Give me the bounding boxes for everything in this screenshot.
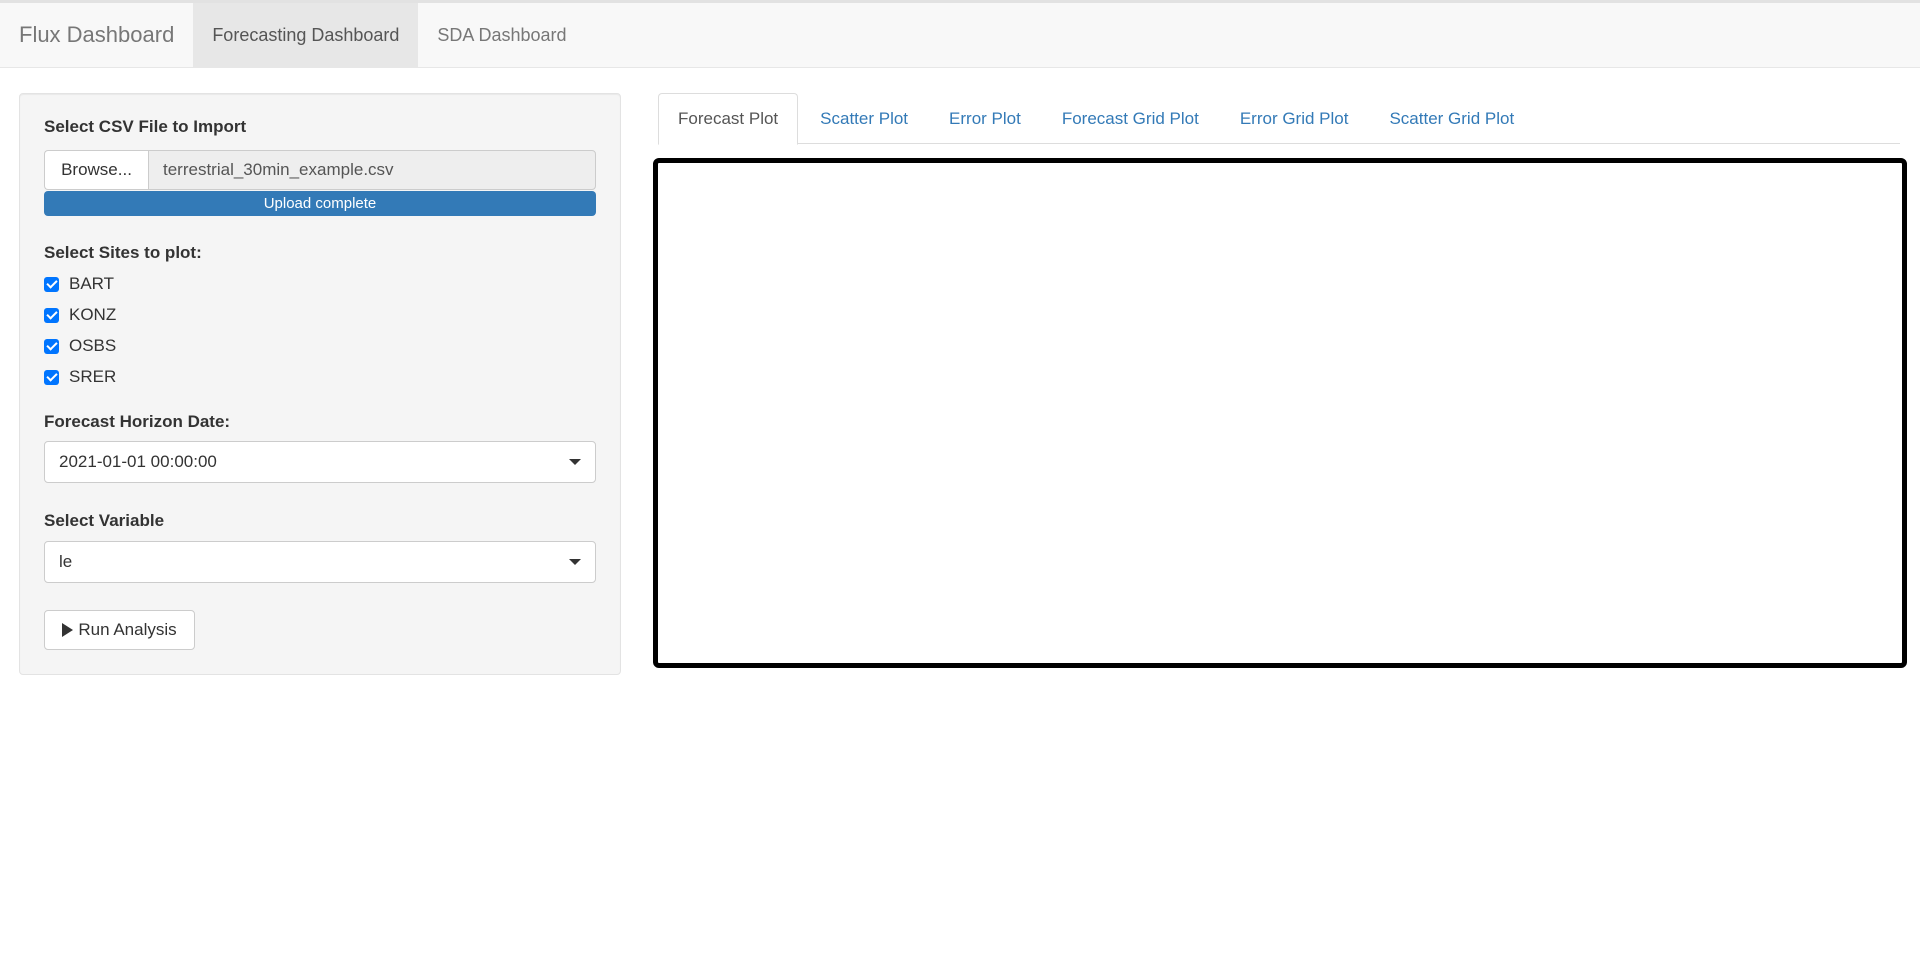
site-checkbox-konz[interactable] bbox=[44, 307, 59, 323]
file-name-field: terrestrial_30min_example.csv bbox=[148, 150, 596, 190]
navbar-brand[interactable]: Flux Dashboard bbox=[0, 3, 193, 67]
site-label-konz: KONZ bbox=[69, 305, 117, 324]
site-label-srer: SRER bbox=[69, 367, 117, 386]
caret-down-icon bbox=[569, 559, 581, 565]
run-analysis-button[interactable]: Run Analysis bbox=[44, 610, 195, 650]
site-option-osbs: OSBS bbox=[44, 336, 116, 356]
site-option-konz: KONZ bbox=[44, 305, 116, 325]
site-option-bart: BART bbox=[44, 274, 114, 294]
sites-label: Select Sites to plot: bbox=[44, 243, 202, 262]
tab-error-plot[interactable]: Error Plot bbox=[930, 93, 1040, 144]
browse-button[interactable]: Browse... bbox=[44, 150, 148, 190]
file-input: Browse... terrestrial_30min_example.csv bbox=[44, 150, 596, 190]
site-checkbox-srer[interactable] bbox=[44, 369, 59, 385]
variable-select[interactable]: le bbox=[44, 541, 596, 583]
play-icon bbox=[62, 623, 74, 637]
site-checkbox-bart[interactable] bbox=[44, 276, 59, 292]
site-label-bart: BART bbox=[69, 274, 115, 293]
tab-scatter-plot[interactable]: Scatter Plot bbox=[801, 93, 927, 144]
site-label-osbs: OSBS bbox=[69, 336, 117, 355]
sidebar-panel: Select CSV File to Import Browse... terr… bbox=[19, 93, 621, 675]
tab-error-grid-plot[interactable]: Error Grid Plot bbox=[1221, 93, 1368, 144]
tab-forecast-plot[interactable]: Forecast Plot bbox=[658, 93, 799, 145]
tab-scatter-grid-plot[interactable]: Scatter Grid Plot bbox=[1370, 93, 1533, 144]
horizon-date-select[interactable]: 2021-01-01 00:00:00 bbox=[44, 441, 596, 483]
variable-value: le bbox=[59, 552, 73, 571]
navbar: Flux Dashboard Forecasting Dashboard SDA… bbox=[0, 0, 1920, 68]
site-checkbox-osbs[interactable] bbox=[44, 338, 59, 354]
file-input-label: Select CSV File to Import bbox=[44, 117, 247, 136]
caret-down-icon bbox=[569, 459, 581, 465]
nav-tab-sda-dashboard[interactable]: SDA Dashboard bbox=[418, 3, 585, 67]
nav-tab-forecasting-dashboard[interactable]: Forecasting Dashboard bbox=[193, 3, 419, 67]
variable-label: Select Variable bbox=[44, 511, 165, 530]
horizon-label: Forecast Horizon Date: bbox=[44, 412, 231, 431]
plot-tabs: Forecast Plot Scatter Plot Error Plot Fo… bbox=[658, 93, 1900, 145]
upload-progress-bar: Upload complete bbox=[44, 191, 596, 216]
site-option-srer: SRER bbox=[44, 367, 116, 387]
tab-forecast-grid-plot[interactable]: Forecast Grid Plot bbox=[1043, 93, 1218, 144]
upload-progress: Upload complete bbox=[44, 191, 596, 216]
forecast-plot-area bbox=[653, 158, 1907, 668]
horizon-date-value: 2021-01-01 00:00:00 bbox=[59, 452, 217, 471]
run-analysis-label: Run Analysis bbox=[78, 620, 177, 639]
